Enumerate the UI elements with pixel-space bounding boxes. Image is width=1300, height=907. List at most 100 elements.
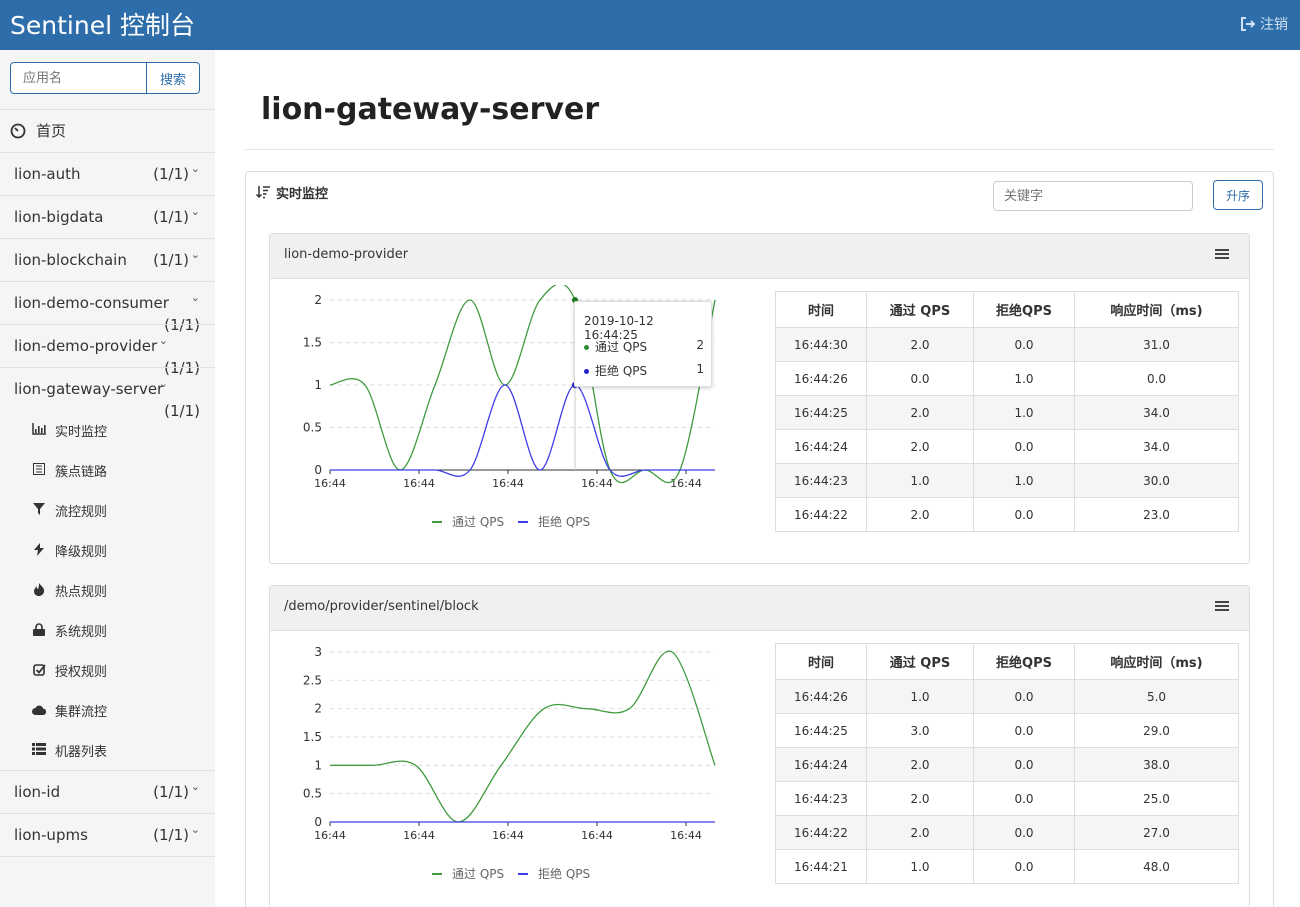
table-cell: 30.0	[1074, 463, 1239, 498]
resource-card-header: lion-demo-provider	[270, 234, 1249, 279]
table-cell: 2.0	[866, 395, 974, 430]
table-cell: 0.0	[973, 713, 1075, 748]
th-list-icon	[31, 743, 47, 758]
app-name: lion-demo-consumer	[14, 294, 169, 312]
table-row: 16:44:25 3.0 0.0 29.0	[775, 713, 1239, 748]
table-cell: 0.0	[973, 815, 1075, 850]
table-cell: 23.0	[1074, 497, 1239, 532]
app-name: lion-auth	[14, 165, 81, 183]
table-cell: 48.0	[1074, 849, 1239, 884]
table-row: 16:44:26 0.0 1.0 0.0	[775, 361, 1239, 396]
table-row: 16:44:23 1.0 1.0 30.0	[775, 463, 1239, 498]
submenu-realtime-monitor[interactable]: 实时监控	[31, 421, 107, 440]
sidebar-divider	[0, 109, 215, 110]
x-tick-label: 16:44	[314, 829, 346, 842]
submenu-system-rules[interactable]: 系统规则	[31, 621, 107, 640]
table-cell: 16:44:24	[775, 747, 867, 782]
y-tick-label: 0.5	[303, 787, 322, 801]
app-title[interactable]: Sentinel 控制台	[10, 6, 195, 42]
submenu-hotspot-rules[interactable]: 热点规则	[31, 581, 107, 600]
submenu-degrade-rules[interactable]: 降级规则	[31, 541, 107, 560]
qps-table: 时间 通过 QPS 拒绝QPS 响应时间（ms) 16:44:26 1.0 0.0 5…	[775, 643, 1239, 884]
legend-label[interactable]: 拒绝 QPS	[538, 866, 590, 881]
sign-out-icon	[1241, 17, 1256, 31]
monitor-heading: 实时监控	[256, 183, 328, 202]
table-cell: 25.0	[1074, 781, 1239, 816]
app-name: lion-upms	[14, 826, 88, 844]
fire-icon	[31, 582, 47, 599]
legend-label[interactable]: 通过 QPS	[452, 515, 504, 529]
table-cell: 16:44:23	[775, 781, 867, 816]
sort-ascending-button[interactable]: 升序	[1213, 180, 1263, 210]
menu-icon[interactable]	[1215, 249, 1229, 261]
table-cell: 2.0	[866, 327, 974, 362]
app-search-input[interactable]	[10, 62, 147, 94]
table-cell: 16:44:25	[775, 395, 867, 430]
table-cell: 1.0	[973, 361, 1075, 396]
top-navbar: Sentinel 控制台 注销	[0, 0, 1300, 50]
qps-line-chart: 0 0.5 1 1.5 2 2.5 3 16:44 16:44 16:44 16:44 16:44 通过…	[303, 645, 716, 881]
table-cell: 16:44:22	[775, 497, 867, 532]
chevron-down-icon: ⌄	[190, 162, 200, 175]
menu-icon[interactable]	[1215, 601, 1229, 613]
table-cell: 38.0	[1074, 747, 1239, 782]
app-name: lion-id	[14, 783, 61, 801]
y-tick-label: 2	[314, 702, 322, 716]
sort-amount-icon	[256, 186, 270, 199]
block-qps-series	[329, 384, 715, 477]
submenu-label: 系统规则	[55, 625, 108, 640]
table-row: 16:44:21 1.0 0.0 48.0	[775, 849, 1239, 884]
column-header: 通过 QPS	[866, 291, 974, 328]
table-cell: 31.0	[1074, 327, 1239, 362]
legend-label[interactable]: 拒绝 QPS	[538, 514, 590, 529]
sidebar-divider	[0, 238, 215, 239]
app-search: 搜索	[10, 62, 200, 94]
sidebar-item-home[interactable]: 首页	[10, 120, 66, 141]
table-cell: 0.0	[973, 327, 1075, 362]
submenu-label: 流控规则	[55, 505, 108, 520]
table-row: 16:44:25 2.0 1.0 34.0	[775, 395, 1239, 430]
tooltip-row: 通过 QPS 2	[584, 338, 704, 355]
table-cell: 16:44:26	[775, 361, 867, 396]
app-name: lion-gateway-server	[14, 380, 164, 398]
x-tick-label: 16:44	[314, 477, 346, 490]
bolt-icon	[31, 542, 47, 559]
table-cell: 16:44:22	[775, 815, 867, 850]
sidebar-divider	[0, 152, 215, 153]
app-machine-count: (1/1)	[153, 826, 189, 844]
sidebar: 搜索 首页 lion-auth (1/1) ⌄ lion-bigdata (1/…	[0, 50, 215, 907]
table-row: 16:44:23 2.0 0.0 25.0	[775, 781, 1239, 816]
table-row: 16:44:22 2.0 0.0 27.0	[775, 815, 1239, 850]
table-cell: 16:44:26	[775, 679, 867, 714]
bar-chart-icon	[31, 423, 47, 438]
block-dot	[584, 369, 589, 374]
sidebar-divider	[0, 813, 215, 814]
search-button[interactable]: 搜索	[147, 62, 200, 94]
qps-table: 时间 通过 QPS 拒绝QPS 响应时间（ms) 16:44:30 2.0 0.0 3…	[775, 291, 1239, 532]
table-cell: 34.0	[1074, 395, 1239, 430]
tooltip-value: 2	[696, 338, 704, 352]
table-cell: 1.0	[866, 849, 974, 884]
submenu-auth-rules[interactable]: 授权规则	[31, 661, 107, 680]
chevron-down-icon: ⌄	[158, 334, 168, 347]
submenu-flow-rules[interactable]: 流控规则	[31, 501, 107, 520]
y-tick-label: 2.5	[303, 673, 322, 687]
keyword-input[interactable]	[993, 181, 1193, 211]
y-tick-label: 3	[314, 645, 322, 659]
logout-link[interactable]: 注销	[1240, 14, 1288, 34]
tooltip-value: 1	[696, 362, 704, 376]
submenu-label: 集群流控	[55, 705, 108, 720]
table-cell: 5.0	[1074, 679, 1239, 714]
submenu-cluster-flow[interactable]: 集群流控	[31, 701, 107, 720]
app-machine-count: (1/1)	[153, 208, 189, 226]
y-tick-label: 2	[314, 293, 322, 307]
y-tick-label: 0.5	[303, 421, 322, 435]
dashboard-icon	[10, 123, 26, 138]
chevron-down-icon: ⌄	[190, 823, 200, 836]
submenu-cluster-link[interactable]: 簇点链路	[31, 461, 107, 480]
submenu-machine-list[interactable]: 机器列表	[31, 741, 107, 760]
page-title: lion-gateway-server	[261, 92, 600, 127]
legend-label[interactable]: 通过 QPS	[452, 867, 504, 881]
tooltip-series: 通过 QPS	[595, 340, 648, 354]
column-header: 时间	[775, 643, 867, 680]
